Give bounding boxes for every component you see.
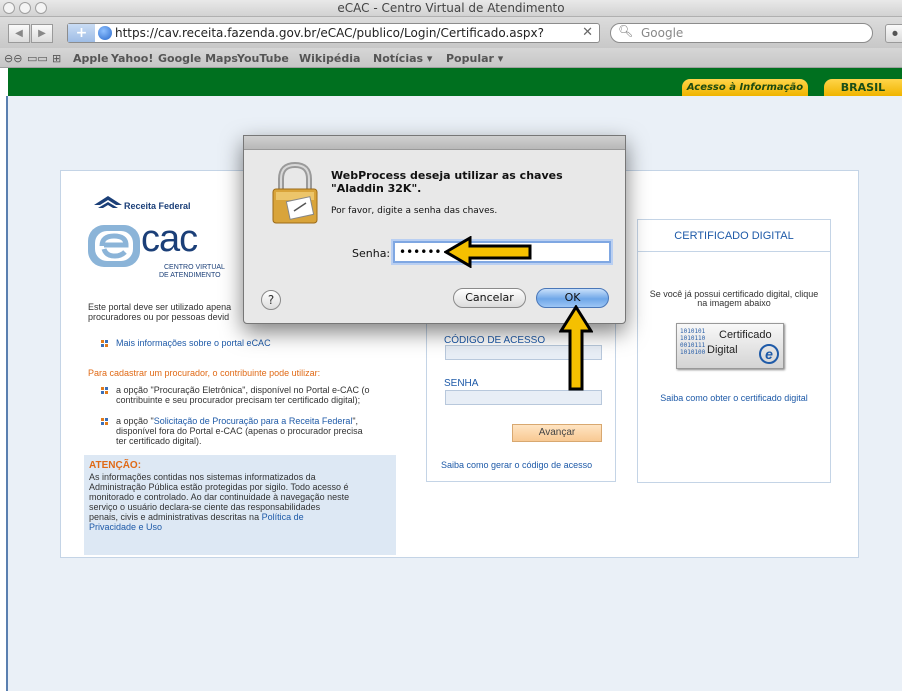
password-dialog: WebProcess deseja utilizar as chaves "Al… bbox=[243, 135, 626, 324]
atencao-line3: monitorado e controlado. Ao dar continui… bbox=[89, 492, 350, 502]
intro-text-line2: procuradores ou por pessoas devid bbox=[88, 312, 230, 322]
reading-list-icon[interactable]: ⊖⊖ bbox=[4, 52, 22, 65]
top-sites-grid-icon[interactable]: ⊞ bbox=[52, 52, 61, 65]
add-bookmark-button[interactable]: + bbox=[68, 24, 95, 42]
certificado-divider bbox=[637, 251, 831, 252]
padlock-icon bbox=[272, 161, 318, 224]
dialog-senha-label: Senha: bbox=[352, 247, 391, 260]
brasil-link[interactable]: BRASIL bbox=[824, 79, 902, 96]
search-icon: 🔍︎ bbox=[618, 24, 634, 38]
atencao-line4: serviço o usuário declara-se ciente das … bbox=[89, 502, 321, 512]
dialog-titlebar bbox=[244, 136, 625, 150]
ecac-subtitle-line1: CENTRO VIRTUAL bbox=[164, 264, 225, 271]
option1-line2: contribuinte e seu procurador precisam t… bbox=[116, 395, 361, 405]
bookmark-wikipedia[interactable]: Wikipédia bbox=[299, 52, 360, 65]
avancar-button[interactable]: Avançar bbox=[512, 424, 602, 442]
bookmark-noticias[interactable]: Notícias ▾ bbox=[373, 52, 432, 65]
certificado-desc-line2: na imagem abaixo bbox=[697, 298, 771, 308]
solicitacao-procuracao-link[interactable]: Solicitação de Procuração para a Receita… bbox=[154, 416, 353, 426]
atencao-title: ATENÇÃO: bbox=[89, 460, 142, 471]
intro-text-line1: Este portal deve ser utilizado apena bbox=[88, 302, 232, 312]
certificado-img-word2: Digital bbox=[707, 344, 738, 356]
atencao-line1: As informações contidas nos sistemas inf… bbox=[89, 472, 316, 482]
bullet-icon bbox=[101, 418, 108, 425]
site-globe-icon bbox=[98, 26, 112, 40]
forward-button[interactable]: ▶ bbox=[31, 24, 53, 43]
atencao-line2: Administração Pública estão protegidas p… bbox=[89, 482, 349, 492]
option2-line1: a opção "Solicitação de Procuração para … bbox=[116, 416, 358, 426]
certificado-digital-button[interactable]: 1010101 1010110 0010111 1010100 Certific… bbox=[676, 323, 784, 369]
bookmark-popular[interactable]: Popular ▾ bbox=[446, 52, 503, 65]
mais-info-link[interactable]: Mais informações sobre o portal eCAC bbox=[116, 338, 271, 348]
option2-prefix: a opção " bbox=[116, 416, 154, 426]
back-button[interactable]: ◀ bbox=[8, 24, 30, 43]
bullet-icon bbox=[101, 387, 108, 394]
ecac-e-icon: e bbox=[759, 344, 779, 364]
bookmark-youtube[interactable]: YouTube bbox=[237, 52, 289, 65]
acesso-informacao-link[interactable]: Acesso à Informação bbox=[682, 79, 808, 96]
certificado-title: CERTIFICADO DIGITAL bbox=[674, 230, 794, 242]
bookmark-yahoo[interactable]: Yahoo! bbox=[111, 52, 153, 65]
option1-line1: a opção "Procuração Eletrônica", disponí… bbox=[116, 385, 370, 395]
binary-pattern-icon: 1010101 1010110 0010111 1010100 bbox=[680, 328, 706, 356]
help-button[interactable]: ? bbox=[261, 290, 281, 310]
saiba-gerar-codigo-link[interactable]: Saiba como gerar o código de acesso bbox=[441, 460, 592, 470]
ecac-logo-e bbox=[88, 225, 140, 267]
receita-federal-text: Receita Federal bbox=[124, 201, 191, 211]
up-arrow-icon bbox=[559, 305, 593, 391]
option2-line2: disponível fora do Portal e-CAC (apenas … bbox=[116, 426, 363, 436]
senha-label: SENHA bbox=[444, 378, 479, 389]
url-text[interactable]: https://cav.receita.fazenda.gov.br/eCAC/… bbox=[115, 26, 544, 40]
search-input[interactable]: 🔍︎ Google bbox=[610, 23, 873, 43]
window-title: eCAC - Centro Virtual de Atendimento bbox=[337, 1, 565, 15]
bookmarks-bar: ⊖⊖ ▭▭ ⊞ Apple Yahoo! Google Maps YouTube… bbox=[0, 48, 902, 68]
cadastrar-heading: Para cadastrar um procurador, o contribu… bbox=[88, 368, 321, 378]
cancel-button[interactable]: Cancelar bbox=[453, 288, 526, 308]
dialog-message: Por favor, digite a senha das chaves. bbox=[331, 206, 498, 216]
politica-privacidade-link[interactable]: Política de bbox=[262, 512, 304, 522]
browser-toolbar: ◀ ▶ + https://cav.receita.fazenda.gov.br… bbox=[0, 17, 902, 48]
saiba-obter-certificado-link[interactable]: Saiba como obter o certificado digital bbox=[637, 393, 831, 403]
left-arrow-icon bbox=[444, 236, 532, 268]
address-bar[interactable]: + https://cav.receita.fazenda.gov.br/eCA… bbox=[67, 23, 600, 43]
reader-icon[interactable]: ⏺ bbox=[885, 24, 902, 43]
search-placeholder: Google bbox=[641, 26, 684, 40]
bookmark-apple[interactable]: Apple bbox=[73, 52, 109, 65]
stop-icon[interactable]: ✕ bbox=[582, 25, 593, 40]
dialog-title: WebProcess deseja utilizar as chaves "Al… bbox=[331, 169, 563, 195]
bullet-icon bbox=[101, 340, 108, 347]
option2-line3: ter certificado digital). bbox=[116, 436, 202, 446]
privacidade-uso-link[interactable]: Privacidade e Uso bbox=[89, 522, 162, 532]
bookmark-google-maps[interactable]: Google Maps bbox=[158, 52, 238, 65]
atencao-line5: penais, civis e administrativas descrita… bbox=[89, 512, 304, 522]
government-bar: Acesso à Informação BRASIL bbox=[8, 68, 902, 96]
window-titlebar: eCAC - Centro Virtual de Atendimento bbox=[0, 0, 902, 17]
bookmarks-book-icon[interactable]: ▭▭ bbox=[27, 52, 48, 65]
option2-suffix: ", bbox=[352, 416, 359, 426]
ecac-wordmark: cac bbox=[141, 218, 198, 260]
senha-input[interactable] bbox=[445, 390, 602, 405]
ecac-subtitle-line2: DE ATENDIMENTO bbox=[159, 272, 221, 279]
atencao-line5-text: penais, civis e administrativas descrita… bbox=[89, 512, 262, 522]
certificado-img-word1: Certificado bbox=[719, 329, 772, 341]
